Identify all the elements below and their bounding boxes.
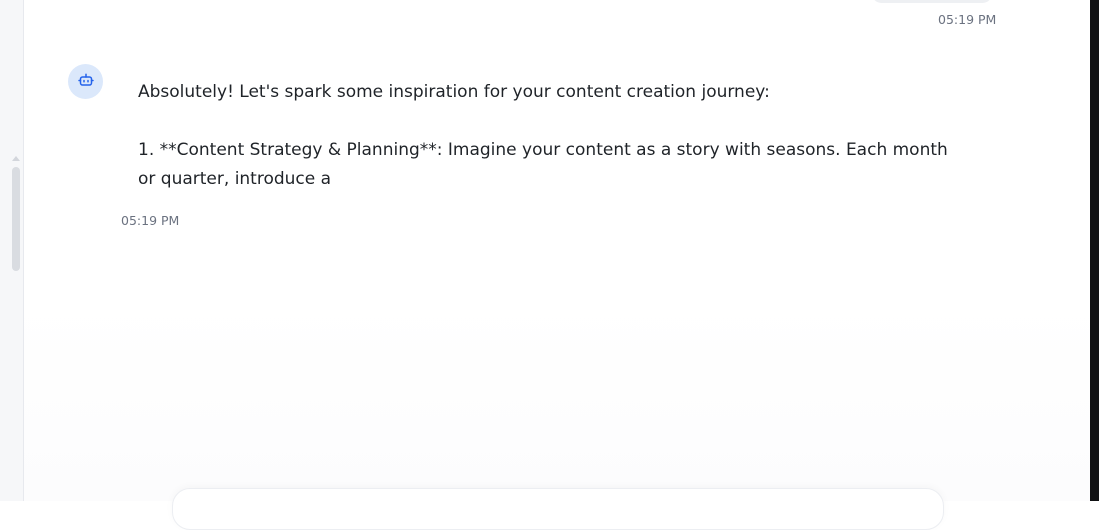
window-right-edge xyxy=(1090,0,1099,501)
sidebar-scrollbar-thumb[interactable] xyxy=(12,167,20,271)
assistant-message-timestamp: 05:19 PM xyxy=(121,213,180,228)
chat-panel xyxy=(24,0,1090,501)
robot-icon xyxy=(77,72,94,92)
user-message-timestamp: 05:19 PM xyxy=(938,12,997,27)
assistant-avatar xyxy=(68,64,103,99)
user-message-bubble xyxy=(872,0,992,3)
left-sidebar-strip xyxy=(0,0,24,501)
scroll-up-arrow-icon[interactable] xyxy=(12,156,20,161)
assistant-message-text: Absolutely! Let's spark some inspiration… xyxy=(138,82,948,189)
message-input-box[interactable] xyxy=(172,488,944,530)
